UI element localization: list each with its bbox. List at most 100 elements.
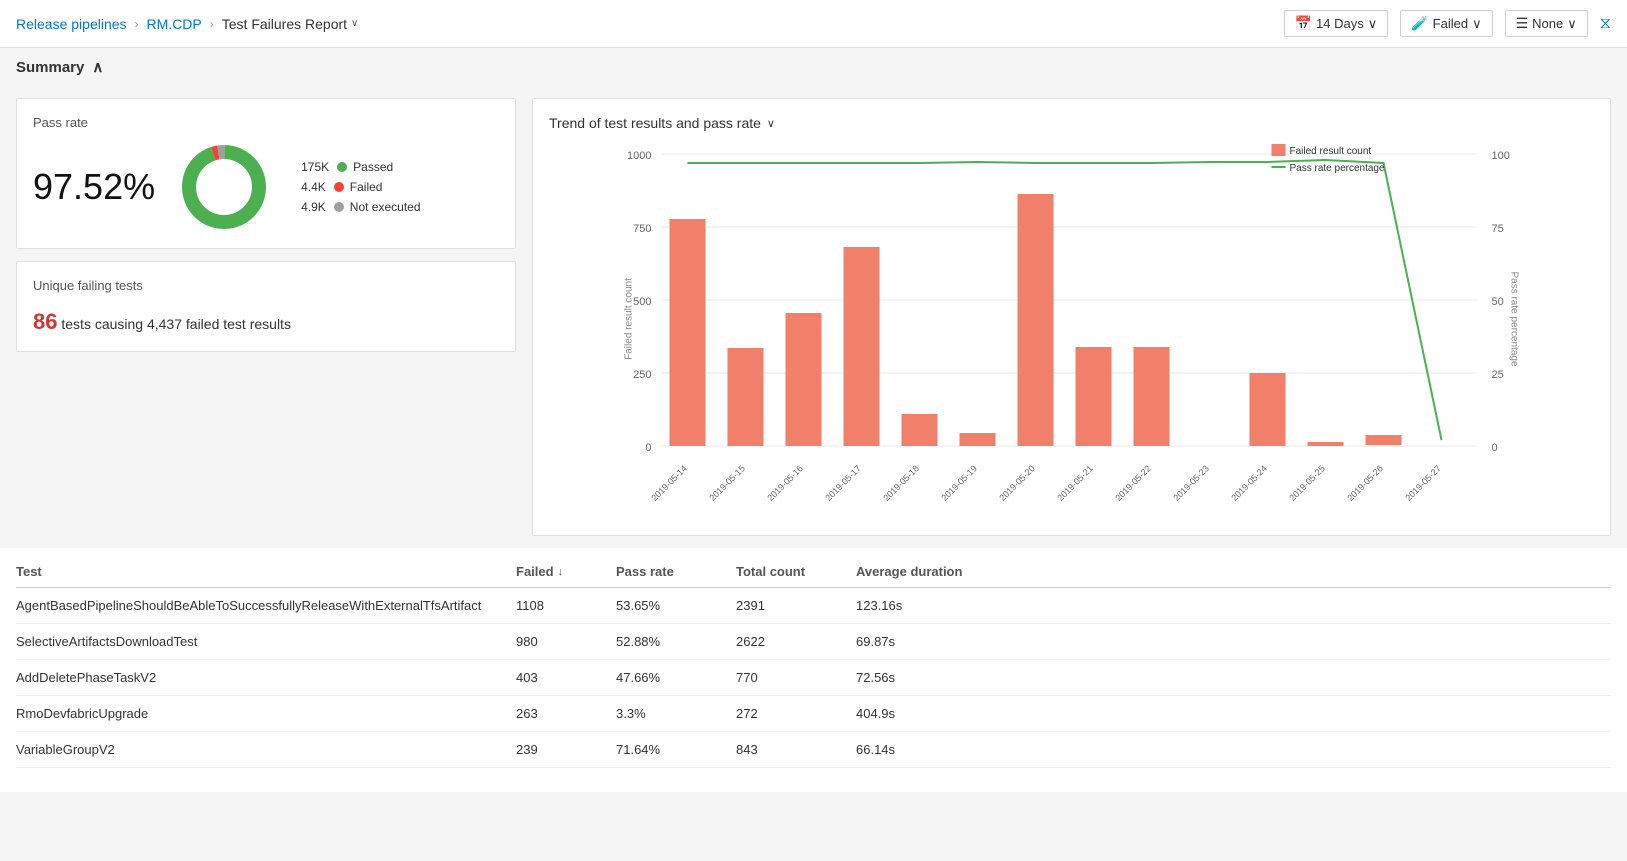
legend-failed: 4.4K Failed — [301, 180, 420, 194]
svg-text:2019-05-23: 2019-05-23 — [1171, 463, 1211, 503]
col-header-passrate: Pass rate — [616, 564, 736, 579]
svg-text:750: 750 — [633, 223, 651, 235]
table-row[interactable]: RmoDevfabricUpgrade 263 3.3% 272 404.9s — [16, 696, 1611, 732]
filter-button[interactable]: ⧖ — [1600, 15, 1611, 33]
table-row[interactable]: AgentBasedPipelineShouldBeAbleToSuccessf… — [16, 588, 1611, 624]
cell-avgdur: 69.87s — [856, 634, 1016, 649]
days-filter-button[interactable]: 📅 14 Days ∨ — [1284, 10, 1389, 37]
days-chevron-icon: ∨ — [1368, 16, 1378, 32]
trend-card: Trend of test results and pass rate ∨ 10… — [532, 98, 1611, 536]
sort-icon[interactable]: ↓ — [558, 566, 564, 578]
chevron-down-icon[interactable]: ∨ — [351, 18, 358, 29]
breadcrumb-rm-cdp[interactable]: RM.CDP — [147, 16, 202, 32]
bar-7 — [1076, 347, 1112, 446]
col-header-test: Test — [16, 564, 516, 579]
svg-text:2019-05-22: 2019-05-22 — [1113, 463, 1153, 503]
table-row[interactable]: SelectiveArtifactsDownloadTest 980 52.88… — [16, 624, 1611, 660]
bar-6 — [1018, 194, 1054, 446]
passed-label: Passed — [353, 160, 393, 174]
group-chevron-icon: ∨ — [1567, 16, 1577, 32]
svg-text:0: 0 — [1492, 442, 1498, 454]
svg-text:2019-05-14: 2019-05-14 — [649, 463, 689, 503]
bar-1 — [728, 348, 764, 446]
trend-chart-svg: 1000 750 500 250 0 100 75 50 25 0 — [549, 139, 1594, 519]
bar-5 — [960, 433, 996, 446]
cell-test: VariableGroupV2 — [16, 742, 516, 757]
cell-passrate: 53.65% — [616, 598, 736, 613]
chart-area: 1000 750 500 250 0 100 75 50 25 0 — [549, 139, 1594, 519]
table-header: Test Failed ↓ Pass rate Total count Aver… — [16, 556, 1611, 588]
bar-8 — [1134, 347, 1170, 446]
not-executed-count: 4.9K — [301, 200, 326, 214]
breadcrumb-sep-1: › — [135, 17, 139, 31]
summary-header[interactable]: Summary ∧ — [0, 48, 1627, 86]
legend-failed-text: Failed result count — [1290, 146, 1372, 157]
table-section: Test Failed ↓ Pass rate Total count Aver… — [0, 548, 1627, 792]
svg-text:1000: 1000 — [627, 150, 651, 162]
top-bar: Release pipelines › RM.CDP › Test Failur… — [0, 0, 1627, 48]
svg-text:2019-05-21: 2019-05-21 — [1055, 463, 1095, 503]
col-header-failed: Failed ↓ — [516, 564, 616, 579]
pass-rate-value: 97.52% — [33, 166, 155, 208]
unique-failing-card: Unique failing tests 86 tests causing 4,… — [16, 261, 516, 352]
pass-rate-card: Pass rate 97.52% — [16, 98, 516, 249]
svg-text:Failed result count: Failed result count — [624, 278, 635, 360]
svg-text:Pass rate percentage: Pass rate percentage — [1509, 271, 1520, 366]
cell-total: 770 — [736, 670, 856, 685]
svg-text:2019-05-19: 2019-05-19 — [939, 463, 979, 503]
breadcrumb-release-pipelines[interactable]: Release pipelines — [16, 16, 127, 32]
svg-text:25: 25 — [1492, 369, 1504, 381]
cell-failed: 403 — [516, 670, 616, 685]
bar-2 — [786, 313, 822, 446]
left-panel: Pass rate 97.52% — [16, 98, 516, 536]
cell-test: AddDeletePhaseTaskV2 — [16, 670, 516, 685]
cell-test: SelectiveArtifactsDownloadTest — [16, 634, 516, 649]
failed-count: 4.4K — [301, 180, 326, 194]
cell-test: RmoDevfabricUpgrade — [16, 706, 516, 721]
svg-text:2019-05-18: 2019-05-18 — [881, 463, 921, 503]
cell-avgdur: 404.9s — [856, 706, 1016, 721]
donut-chart — [179, 142, 269, 232]
svg-text:250: 250 — [633, 369, 651, 381]
breadcrumb-sep-2: › — [210, 17, 214, 31]
main-content: Summary ∧ Pass rate 97.52% — [0, 48, 1627, 792]
cell-total: 2391 — [736, 598, 856, 613]
outcome-filter-label: Failed — [1433, 16, 1468, 31]
legend-passed: 175K Passed — [301, 160, 420, 174]
cell-passrate: 3.3% — [616, 706, 736, 721]
legend-failed-rect — [1272, 144, 1286, 156]
beaker-icon: 🧪 — [1411, 15, 1428, 32]
group-filter-button[interactable]: ☰ None ∨ — [1505, 10, 1588, 37]
group-icon: ☰ — [1516, 15, 1529, 32]
legend-passrate-text: Pass rate percentage — [1290, 163, 1385, 174]
table-row[interactable]: VariableGroupV2 239 71.64% 843 66.14s — [16, 732, 1611, 768]
passed-dot — [337, 162, 347, 172]
cell-total: 843 — [736, 742, 856, 757]
cell-passrate: 52.88% — [616, 634, 736, 649]
outcome-filter-button[interactable]: 🧪 Failed ∨ — [1400, 10, 1492, 37]
pass-rate-body: 97.52% 17 — [33, 142, 499, 232]
unique-failing-title: Unique failing tests — [33, 278, 499, 293]
donut-svg — [179, 142, 269, 232]
top-filters: 📅 14 Days ∨ 🧪 Failed ∨ ☰ None ∨ ⧖ — [1284, 10, 1611, 37]
svg-text:50: 50 — [1492, 296, 1504, 308]
col-header-avgdur: Average duration — [856, 564, 1016, 579]
unique-failing-body: 86 tests causing 4,437 failed test resul… — [33, 309, 499, 335]
bar-3 — [844, 247, 880, 446]
svg-text:2019-05-25: 2019-05-25 — [1287, 463, 1327, 503]
days-filter-label: 14 Days — [1316, 16, 1364, 31]
not-executed-dot — [334, 202, 344, 212]
failed-label: Failed — [350, 180, 383, 194]
unique-count: 86 — [33, 309, 57, 334]
passed-count: 175K — [301, 160, 329, 174]
failed-dot — [334, 182, 344, 192]
legend: 175K Passed 4.4K Failed 4.9K Not — [301, 160, 420, 214]
bar-0 — [670, 219, 706, 446]
breadcrumb: Release pipelines › RM.CDP › Test Failur… — [16, 16, 358, 32]
cell-avgdur: 66.14s — [856, 742, 1016, 757]
summary-collapse-icon: ∧ — [92, 58, 103, 76]
cell-failed: 1108 — [516, 598, 616, 613]
table-row[interactable]: AddDeletePhaseTaskV2 403 47.66% 770 72.5… — [16, 660, 1611, 696]
trend-chevron-icon[interactable]: ∨ — [767, 117, 775, 130]
not-executed-label: Not executed — [350, 200, 421, 214]
